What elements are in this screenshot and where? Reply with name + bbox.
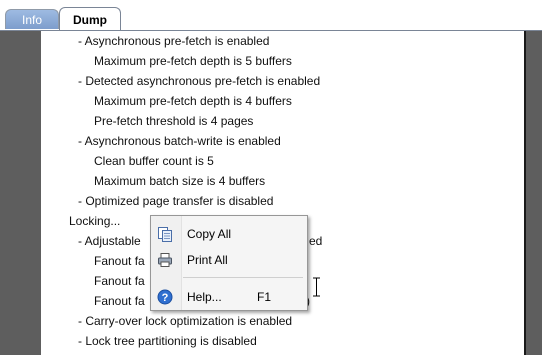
tab-info[interactable]: Info <box>5 9 59 29</box>
printer-icon <box>157 252 173 268</box>
dump-line: Maximum pre-fetch depth is 5 buffers <box>94 54 292 68</box>
menu-item-label: Copy All <box>187 227 232 241</box>
dump-line: - Asynchronous pre-fetch is enabled <box>78 34 270 48</box>
left-gutter <box>0 30 41 355</box>
menu-separator <box>183 277 303 278</box>
dump-line-fragment: ed <box>309 234 323 248</box>
menu-item-shortcut: F1 <box>257 290 272 304</box>
dump-line: - Adjustable <box>78 234 141 248</box>
panel-edge <box>524 31 526 355</box>
menu-item-label: Help... <box>187 290 222 304</box>
text-cursor-icon <box>312 276 321 298</box>
dump-line: Maximum pre-fetch depth is 4 buffers <box>94 94 292 108</box>
tab-bar: Info Dump <box>0 0 542 31</box>
dump-line: - Optimized page transfer is disabled <box>78 194 274 208</box>
menu-item-print-all[interactable]: Print All <box>153 249 305 271</box>
tab-dump[interactable]: Dump <box>59 7 121 31</box>
dump-line: Locking... <box>69 214 121 228</box>
dump-line: Fanout fa <box>94 294 145 308</box>
menu-item-label: Print All <box>187 253 228 267</box>
svg-text:?: ? <box>162 292 169 304</box>
menu-item-copy-all[interactable]: Copy All <box>153 223 305 245</box>
dump-line: Clean buffer count is 5 <box>94 154 214 168</box>
context-menu: Copy All Print All ? Help... F1 <box>150 215 308 311</box>
copy-icon <box>157 226 173 242</box>
menu-item-help[interactable]: ? Help... F1 <box>153 286 305 308</box>
help-icon: ? <box>157 289 173 305</box>
dump-line: Fanout fa <box>94 274 145 288</box>
dump-line: Pre-fetch threshold is 4 pages <box>94 114 254 128</box>
dump-line: - Carry-over lock optimization is enable… <box>78 314 293 328</box>
right-gutter <box>526 30 542 355</box>
dump-line: - Detected asynchronous pre-fetch is ena… <box>78 74 321 88</box>
dump-line: - Asynchronous batch-write is enabled <box>78 134 281 148</box>
dump-line: - Lock tree partitioning is disabled <box>78 334 257 348</box>
dump-line: Maximum batch size is 4 buffers <box>94 174 266 188</box>
dump-line: Fanout fa <box>94 254 145 268</box>
